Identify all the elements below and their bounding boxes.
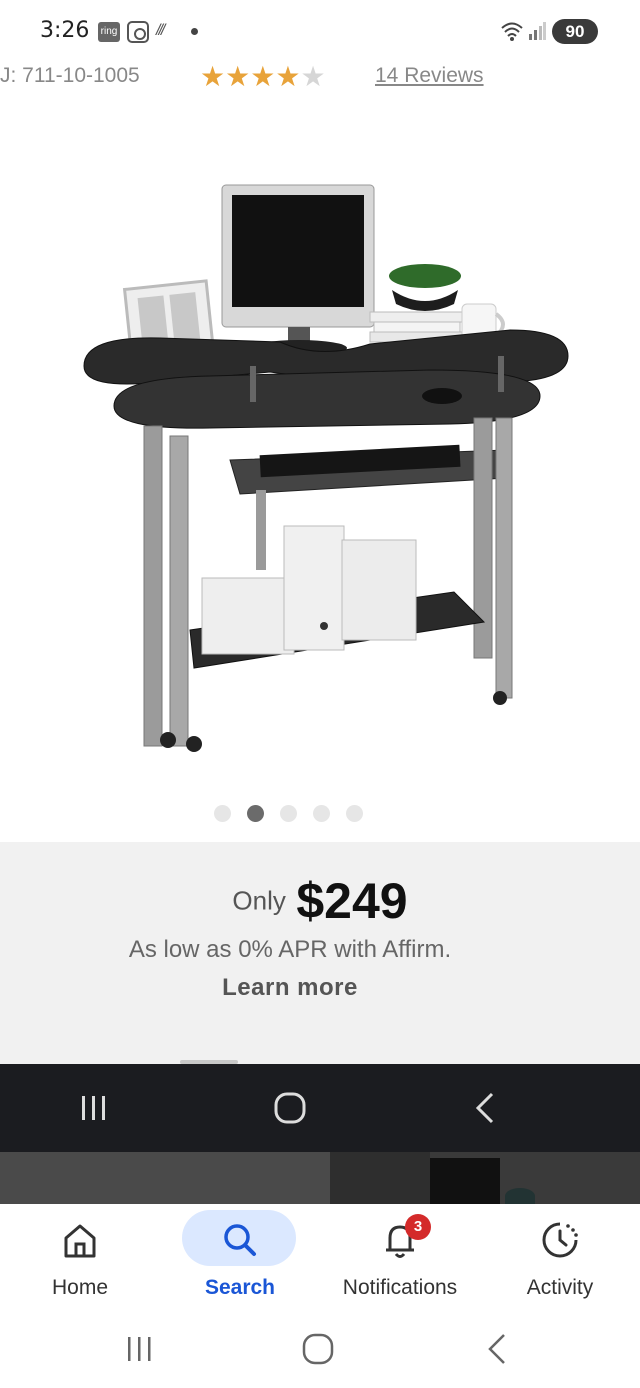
tab-home-label: Home xyxy=(51,1276,109,1299)
tab-notifications[interactable]: 3 Notifications xyxy=(320,1204,480,1314)
tab-search-label: Search xyxy=(204,1276,276,1299)
home-circle-icon xyxy=(274,1092,306,1124)
price-section: Only $249 As low as 0% APR with Affirm. … xyxy=(0,842,640,1064)
wifi-icon xyxy=(501,22,523,41)
back-icon xyxy=(475,1092,494,1124)
status-bar: 3:26 ring /// 90 xyxy=(0,0,640,62)
recent-apps-button[interactable] xyxy=(120,1329,160,1369)
notification-dot-icon xyxy=(191,28,198,35)
back-button[interactable] xyxy=(478,1329,518,1369)
tab-activity[interactable]: Activity xyxy=(480,1204,640,1314)
ring-app-icon: ring xyxy=(98,22,120,42)
home-icon xyxy=(64,1224,96,1258)
reviews-link[interactable]: 14 Reviews xyxy=(375,64,484,88)
carousel-dot[interactable] xyxy=(214,805,231,822)
carousel-dot[interactable] xyxy=(247,805,264,822)
star-icon: ★ xyxy=(250,61,276,92)
monitor-icon xyxy=(221,184,375,356)
star-icon: ★ xyxy=(275,61,301,92)
background-content-peek xyxy=(0,1152,640,1204)
tab-home[interactable]: Home xyxy=(0,1204,160,1314)
recent-apps-icon xyxy=(82,1096,105,1120)
star-icon: ★ xyxy=(225,61,251,92)
rating-stars: ★★★★★ xyxy=(200,60,326,93)
carousel-dot[interactable] xyxy=(313,805,330,822)
embedded-system-nav xyxy=(0,1064,640,1152)
notification-badge: 3 xyxy=(405,1214,431,1240)
price-line: Only $249 xyxy=(0,872,640,930)
battery-indicator: 90 xyxy=(552,19,598,44)
product-sku: J: 711-10-1005 xyxy=(0,64,140,87)
tab-notifications-label: Notifications xyxy=(342,1276,458,1299)
status-time: 3:26 xyxy=(40,18,90,43)
star-icon: ★ xyxy=(200,61,226,92)
search-icon xyxy=(224,1224,256,1256)
affirm-financing-text: As low as 0% APR with Affirm. xyxy=(128,936,452,963)
price-prefix: Only xyxy=(232,885,286,916)
bottom-tab-bar: Home Search 3 Notifications Activity xyxy=(0,1204,640,1314)
product-image[interactable] xyxy=(70,160,580,760)
learn-more-link[interactable]: Learn more xyxy=(0,974,580,1002)
carousel-dot[interactable] xyxy=(346,805,363,822)
image-carousel-dots xyxy=(214,805,363,822)
screen-capture-icon xyxy=(127,21,149,43)
system-nav-bar xyxy=(0,1314,640,1388)
tab-activity-label: Activity xyxy=(526,1276,594,1299)
carousel-dot[interactable] xyxy=(280,805,297,822)
dnd-icon: /// xyxy=(156,22,165,39)
home-button[interactable] xyxy=(298,1329,338,1369)
signal-icon xyxy=(529,22,546,40)
star-empty-icon: ★ xyxy=(300,61,326,92)
tab-search[interactable]: Search xyxy=(160,1204,320,1314)
activity-icon xyxy=(542,1222,578,1258)
price-amount: $249 xyxy=(296,873,408,929)
